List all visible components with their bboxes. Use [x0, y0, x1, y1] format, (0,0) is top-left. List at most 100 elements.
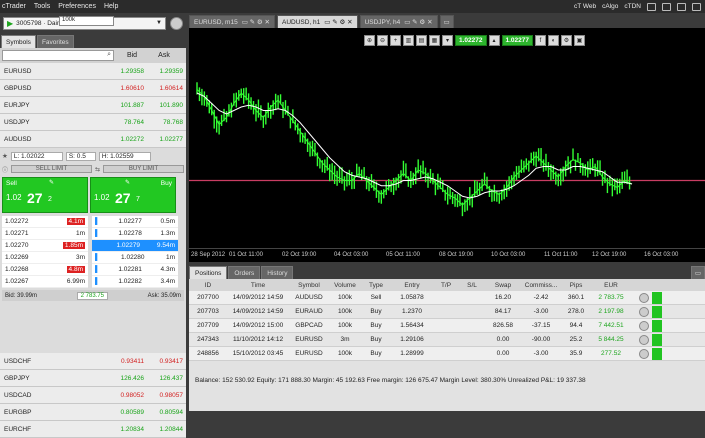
chart-tabbar: EURUSD, m15 ▭ ✎ ⚙ ✕ AUDUSD, h1 ▭ ✎ ⚙ ✕ USD…	[189, 13, 705, 28]
chart-tab-audusd[interactable]: AUDUSD, h1 ▭ ✎ ⚙ ✕	[277, 15, 358, 28]
swap-icon[interactable]: ⇆	[95, 166, 100, 173]
ask-level[interactable]: ▌ 1.02278 1.3m	[92, 228, 178, 240]
object-icon[interactable]: ◐	[548, 35, 559, 46]
ctrader-logo-icon[interactable]	[170, 16, 183, 30]
zoom-out-icon[interactable]: ⊖	[377, 35, 388, 46]
column-header[interactable]: Volume	[329, 282, 361, 289]
chart-buy-price-button[interactable]: 1.02277	[501, 35, 533, 46]
tab-favorites[interactable]: Favorites	[36, 35, 74, 48]
bars-icon[interactable]: ▥	[403, 35, 414, 46]
chart-tab-usdjpy[interactable]: USDJPY, h4 ▭ ✎ ⚙ ✕	[359, 15, 438, 28]
symbol-search-input[interactable]: ⌕	[2, 50, 114, 61]
column-header[interactable]: Commiss...	[521, 282, 561, 289]
tab-history[interactable]: History	[261, 266, 294, 279]
position-settings-icon[interactable]	[639, 306, 649, 317]
symbol-row-eurjpy[interactable]: EURJPY 101.887 101.890	[0, 97, 186, 114]
chart-settings-icon[interactable]: ⚙	[561, 35, 572, 46]
close-position-button[interactable]	[652, 333, 662, 346]
bid-level[interactable]: 1.02270 1.85m	[2, 240, 88, 252]
column-header[interactable]: EUR	[591, 282, 631, 289]
link-ctweb[interactable]: cT Web	[574, 3, 596, 10]
sell-limit-button[interactable]: SELL LIMIT	[11, 165, 92, 173]
ask-level[interactable]: ▌ 1.02280 1m	[92, 252, 178, 264]
symbol-row-audusd[interactable]: AUDUSD 1.02272 1.02277	[0, 131, 186, 148]
buy-button[interactable]: Buy ✎ 1.02 27 7	[90, 177, 176, 213]
symbol-row-usdcad[interactable]: USDCAD 0.98052 0.98057	[0, 387, 186, 404]
bid-level[interactable]: 1.02272 4.1m	[2, 216, 88, 228]
menu-item-help[interactable]: Help	[104, 3, 118, 10]
symbol-row-gbpjpy[interactable]: GBPJPY 126.426 126.437	[0, 370, 186, 387]
menu-item-tools[interactable]: Tools	[34, 3, 50, 10]
chart-tab-eurusd[interactable]: EURUSD, m15 ▭ ✎ ⚙ ✕	[189, 15, 275, 28]
column-header[interactable]: Type	[361, 282, 391, 289]
column-header[interactable]: T/P	[433, 282, 459, 289]
symbol-row-eurusd[interactable]: EURUSD 1.29358 1.29359	[0, 63, 186, 80]
table-row[interactable]: 207709 14/09/2012 15:00 GBPCAD 100k Buy 1.564…	[189, 319, 705, 333]
zoom-in-icon[interactable]: ⊕	[364, 35, 375, 46]
price-chart[interactable]	[189, 28, 705, 248]
close-icon[interactable]	[692, 2, 701, 11]
column-header[interactable]: Swap	[485, 282, 521, 289]
menu-item-preferences[interactable]: Preferences	[58, 3, 96, 10]
buy-order-icon[interactable]: ▴	[488, 35, 500, 46]
chart-sell-price-button[interactable]: 1.02272	[455, 35, 487, 46]
panel-menu-icon[interactable]: ▭	[690, 266, 705, 279]
bid-level[interactable]: 1.02267 6.99m	[2, 276, 88, 288]
ask-level[interactable]: ▌ 1.02279 9.54m	[92, 240, 178, 252]
tab-positions[interactable]: Positions	[189, 266, 228, 279]
symbol-name: USDCAD	[4, 391, 32, 399]
column-header[interactable]: Time	[227, 282, 289, 289]
sell-order-icon[interactable]: ▾	[442, 35, 453, 46]
x-tick-label: 04 Oct 03:00	[334, 252, 369, 258]
menu-item-ctrader[interactable]: cTrader	[2, 3, 26, 10]
column-header[interactable]: Symbol	[289, 282, 329, 289]
table-row[interactable]: 207700 14/09/2012 14:59 AUDUSD 100k Sell 1.05…	[189, 291, 705, 305]
position-settings-icon[interactable]	[639, 348, 649, 359]
line-icon[interactable]: ▦	[429, 35, 440, 46]
column-header[interactable]: Pips	[561, 282, 591, 289]
close-position-button[interactable]	[652, 319, 662, 332]
symbol-row-eurgbp[interactable]: EURGBP 0.80589 0.80594	[0, 404, 186, 421]
close-position-button[interactable]	[652, 305, 662, 318]
candles-icon[interactable]: ▤	[416, 35, 427, 46]
position-settings-icon[interactable]	[639, 320, 649, 331]
info-icon[interactable]: ⓘ	[2, 165, 8, 174]
sell-button[interactable]: Sell ✎ 1.02 27 2	[2, 177, 88, 213]
new-chart-button[interactable]: ▭	[439, 15, 454, 28]
link-calgo[interactable]: cAlgo	[602, 3, 618, 10]
table-cell: EURAUD	[295, 308, 323, 315]
column-header[interactable]: S/L	[459, 282, 485, 289]
bid-level[interactable]: 1.02268 4.8m	[2, 264, 88, 276]
tab-symbols[interactable]: Symbols	[1, 35, 36, 48]
ask-level[interactable]: ▌ 1.02277 0.5m	[92, 216, 178, 228]
symbol-row-eurchf[interactable]: EURCHF 1.20834 1.20844	[0, 421, 186, 438]
close-position-button[interactable]	[652, 291, 662, 304]
link-ctdn[interactable]: cTDN	[624, 3, 641, 10]
screenshot-icon[interactable]: ▣	[574, 35, 585, 46]
tab-orders[interactable]: Orders	[228, 266, 261, 279]
settings-icon[interactable]	[662, 2, 671, 11]
table-row[interactable]: 207703 14/09/2012 14:59 EURAUD 100k Buy 1.237…	[189, 305, 705, 319]
column-header[interactable]: ID	[189, 282, 227, 289]
symbol-row-gbpusd[interactable]: GBPUSD 1.60610 1.60614	[0, 80, 186, 97]
ask-level[interactable]: ▌ 1.02281 4.3m	[92, 264, 178, 276]
crosshair-icon[interactable]: +	[390, 35, 401, 46]
mail-icon[interactable]	[647, 2, 656, 11]
buy-limit-button[interactable]: BUY LIMIT	[103, 165, 185, 173]
symbol-name: USDCHF	[4, 357, 32, 365]
bid-level[interactable]: 1.02271 1m	[2, 228, 88, 240]
indicators-icon[interactable]: f	[535, 35, 546, 46]
star-icon[interactable]: ★	[2, 152, 8, 160]
table-row[interactable]: 248856 15/10/2012 03:45 EURUSD 100k Buy 1.289…	[189, 347, 705, 361]
ask-level[interactable]: ▌ 1.02282 3.4m	[92, 276, 178, 288]
position-settings-icon[interactable]	[639, 292, 649, 303]
symbol-row-usdjpy[interactable]: USDJPY 78.764 78.768	[0, 114, 186, 131]
close-position-button[interactable]	[652, 347, 662, 360]
minimize-icon[interactable]	[677, 2, 686, 11]
volume-input[interactable]: 100k	[59, 16, 114, 26]
symbol-row-usdchf[interactable]: USDCHF 0.93411 0.93417	[0, 353, 186, 370]
table-row[interactable]: 247343 11/10/2012 14:12 EURUSD 3m Buy 1.29106…	[189, 333, 705, 347]
bid-level[interactable]: 1.02269 3m	[2, 252, 88, 264]
position-settings-icon[interactable]	[639, 334, 649, 345]
column-header[interactable]: Entry	[391, 282, 433, 289]
